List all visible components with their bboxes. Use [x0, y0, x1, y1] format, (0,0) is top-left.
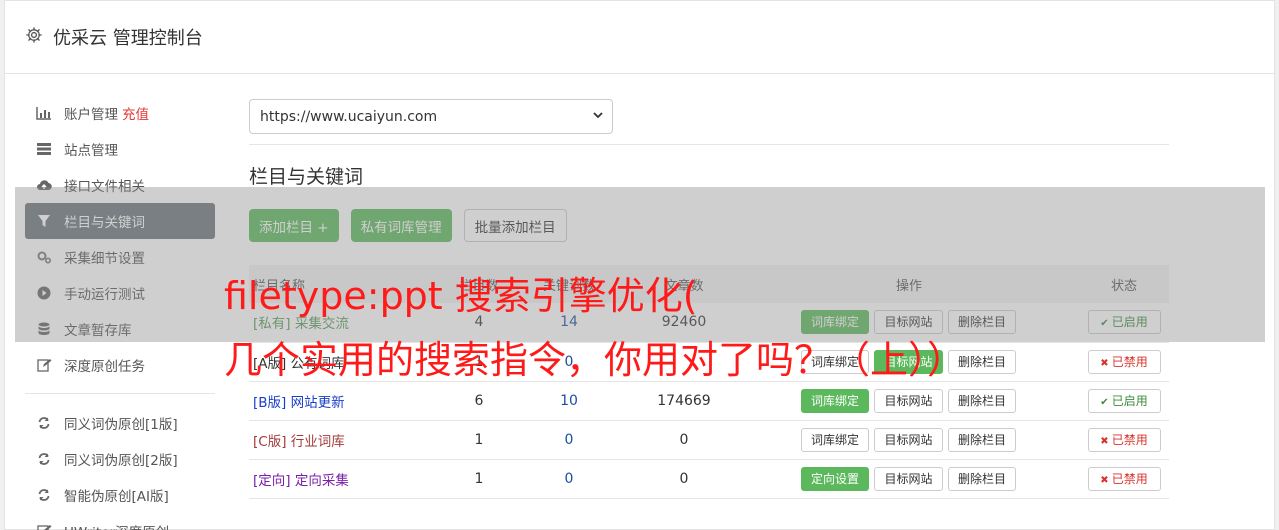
chevron-down-icon — [592, 109, 604, 125]
status-toggle[interactable]: ✖ 已禁用 — [1087, 427, 1161, 452]
server-icon — [35, 140, 53, 158]
row-actions: 定向设置 目标网站 删除栏目 — [739, 459, 1079, 499]
sidebar-item-items2-0[interactable]: 同义词伪原创[1版] — [25, 405, 215, 441]
sidebar-item-items2-3[interactable]: UWriter深度原创 — [25, 513, 215, 530]
column-count: 6 — [449, 381, 509, 421]
page-title: 优采云 管理控制台 — [53, 28, 203, 49]
recharge-link[interactable]: 充值 — [122, 103, 149, 123]
status-cell: ✖ 已禁用 — [1079, 459, 1169, 499]
column-count: 1 — [449, 459, 509, 499]
divider — [249, 144, 1169, 145]
sidebar-item-items-0[interactable]: 账户管理 充值 — [25, 95, 215, 131]
refresh-icon — [35, 486, 53, 504]
x-icon: ✖ — [1100, 435, 1109, 447]
edit-icon — [35, 356, 53, 374]
article-count: 0 — [629, 420, 739, 460]
article-count: 0 — [629, 459, 739, 499]
sidebar-item-items2-1[interactable]: 同义词伪原创[2版] — [25, 441, 215, 477]
column-name[interactable]: [C版] 行业词库 — [249, 420, 449, 460]
target-site-button[interactable]: 目标网站 — [874, 466, 943, 491]
sidebar-item-label: 站点管理 — [64, 143, 118, 159]
sidebar-divider — [25, 393, 215, 394]
sidebar-item-items2-2[interactable]: 智能伪原创[AI版] — [25, 477, 215, 513]
header: 优采云 管理控制台 — [5, 1, 1274, 74]
sidebar-item-label: 同义词伪原创[2版] — [64, 453, 178, 469]
sidebar-item-label: 深度原创任务 — [64, 359, 145, 375]
edit-icon — [35, 522, 53, 530]
lexicon-bind-button[interactable]: 词库绑定 — [801, 388, 870, 413]
sidebar-item-items-7[interactable]: 深度原创任务 — [25, 347, 215, 383]
bar-chart-icon — [35, 104, 53, 122]
x-icon: ✖ — [1100, 357, 1109, 369]
sidebar-item-items-1[interactable]: 站点管理 — [25, 131, 215, 167]
sidebar-item-label: UWriter深度原创 — [64, 521, 169, 530]
status-label: 已禁用 — [1111, 354, 1148, 369]
site-select[interactable]: https://www.ucaiyun.com — [249, 99, 613, 134]
keyword-count: 0 — [509, 459, 629, 499]
target-site-button[interactable]: 目标网站 — [874, 388, 943, 413]
delete-column-button[interactable]: 删除栏目 — [947, 388, 1016, 413]
keyword-count: 10 — [509, 381, 629, 421]
table-row: [定向] 定向采集 1 0 0 定向设置 目标网站 删除栏目 ✖ 已禁用 — [249, 459, 1169, 499]
status-cell: ✔ 已启用 — [1079, 381, 1169, 421]
column-name[interactable]: [定向] 定向采集 — [249, 459, 449, 499]
sidebar-item-label: 智能伪原创[AI版] — [64, 489, 169, 505]
status-toggle[interactable]: ✖ 已禁用 — [1087, 349, 1161, 374]
keyword-count: 0 — [509, 420, 629, 460]
site-select-value: https://www.ucaiyun.com — [260, 108, 438, 125]
table-row: [B版] 网站更新 6 10 174669 词库绑定 目标网站 删除栏目 ✔ 已启用 — [249, 381, 1169, 421]
lexicon-bind-button[interactable]: 词库绑定 — [801, 427, 870, 452]
row-actions: 词库绑定 目标网站 删除栏目 — [739, 420, 1079, 460]
x-icon: ✖ — [1100, 474, 1109, 486]
column-count: 1 — [449, 420, 509, 460]
row-actions: 词库绑定 目标网站 删除栏目 — [739, 381, 1079, 421]
delete-column-button[interactable]: 删除栏目 — [947, 427, 1016, 452]
status-label: 已禁用 — [1111, 471, 1148, 486]
gear-icon[interactable] — [25, 26, 43, 48]
article-count: 174669 — [629, 381, 739, 421]
status-label: 已禁用 — [1111, 432, 1148, 447]
status-cell: ✖ 已禁用 — [1079, 420, 1169, 460]
delete-column-button[interactable]: 删除栏目 — [947, 466, 1016, 491]
status-toggle[interactable]: ✖ 已禁用 — [1087, 466, 1161, 491]
watermark-line-2: 几个实用的搜索指令，你用对了吗？（上）） — [224, 338, 966, 382]
status-toggle[interactable]: ✔ 已启用 — [1087, 388, 1161, 413]
refresh-icon — [35, 450, 53, 468]
refresh-icon — [35, 414, 53, 432]
target-site-button[interactable]: 目标网站 — [874, 427, 943, 452]
section-title: 栏目与关键词 — [249, 166, 364, 188]
sidebar-item-label: 同义词伪原创[1版] — [64, 417, 178, 433]
sidebar-item-label: 账户管理 — [64, 107, 118, 123]
status-label: 已启用 — [1111, 393, 1148, 408]
table-row: [C版] 行业词库 1 0 0 词库绑定 目标网站 删除栏目 ✖ 已禁用 — [249, 420, 1169, 460]
column-name[interactable]: [B版] 网站更新 — [249, 381, 449, 421]
status-cell: ✖ 已禁用 — [1079, 342, 1169, 382]
lexicon-bind-button[interactable]: 定向设置 — [801, 466, 870, 491]
watermark-line-1: filetype:ppt 搜索引擎优化( — [224, 274, 698, 318]
check-icon: ✔ — [1100, 396, 1109, 408]
